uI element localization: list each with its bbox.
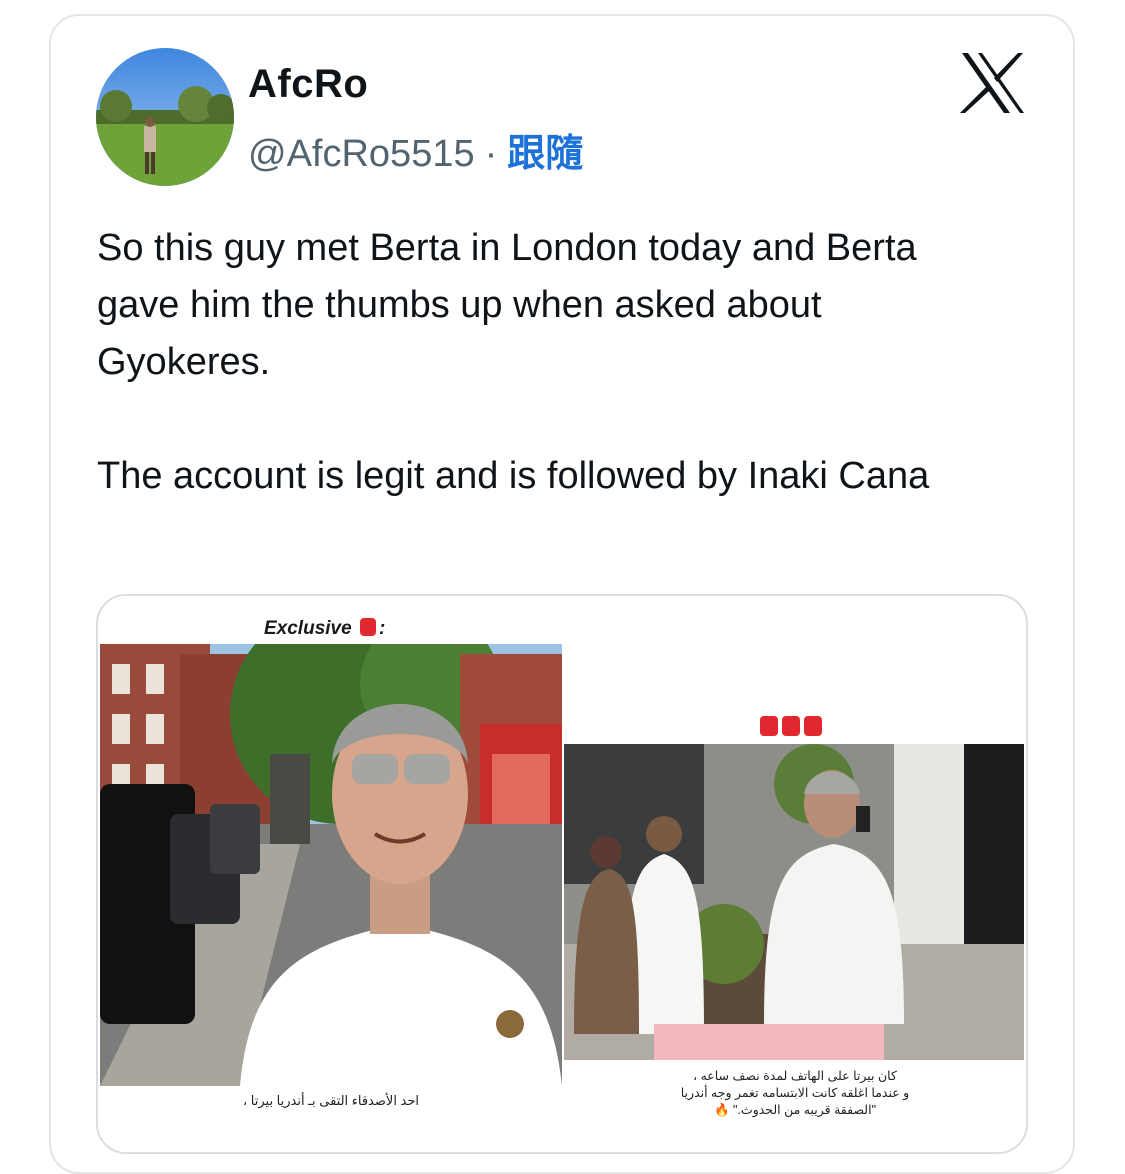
exclusive-label: Exclusive: [264, 618, 352, 639]
avatar[interactable]: [96, 48, 234, 186]
right-caption: كان بيرتا على الهاتف لمدة نصف ساعه ، و ع…: [562, 1068, 1028, 1119]
display-name[interactable]: AfcRo: [248, 62, 368, 107]
x-logo-icon[interactable]: [960, 52, 1026, 114]
avatar-photo: [96, 48, 234, 186]
siren-icon: [760, 716, 778, 736]
street-photo: [100, 644, 562, 1086]
right-caption-line-3: "الصفقة قريبه من الحدوث." 🔥: [713, 1103, 877, 1117]
colon-mark: :: [378, 618, 386, 639]
follow-button[interactable]: 跟隨: [507, 133, 583, 175]
media-image-left[interactable]: Exclusive : احد الأصدقاء التقى بـ أندريا…: [98, 596, 564, 1152]
separator-dot: ·: [484, 133, 498, 175]
phone-call-photo: [564, 744, 1024, 1060]
siren-icon: [359, 618, 376, 636]
left-caption: احد الأصدقاء التقى بـ أندريا بيرتا ،: [242, 1093, 420, 1108]
user-handle[interactable]: @AfcRo5515: [248, 133, 475, 175]
exclusive-header: Exclusive :: [264, 618, 385, 640]
handle-row: @AfcRo5515 · 跟隨: [248, 122, 583, 177]
right-caption-line-2: و عندما اغلقه كانت الابتسامه تغمر وجه أن…: [680, 1086, 910, 1100]
siren-icon: [782, 716, 800, 736]
tweet-text: So this guy met Berta in London today an…: [97, 227, 930, 497]
right-caption-line-1: كان بيرتا على الهاتف لمدة نصف ساعه ،: [693, 1069, 897, 1083]
siren-icon: [804, 716, 822, 736]
siren-icons: [758, 716, 824, 739]
